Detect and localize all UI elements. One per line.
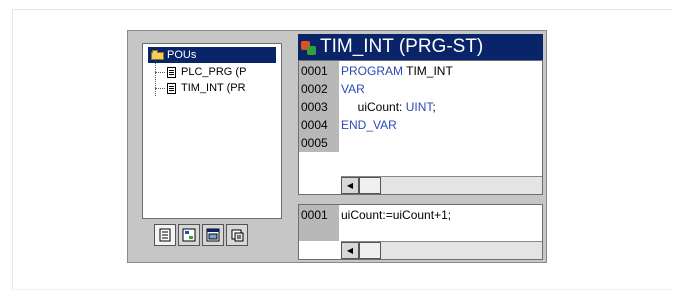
scroll-thumb[interactable] — [359, 242, 381, 259]
line-number: 0002 — [301, 82, 328, 96]
line-number: 0005 — [301, 136, 328, 150]
code-line: 0001 PROGRAM TIM_INT — [299, 62, 542, 80]
code-line: 0005 — [299, 134, 542, 152]
program-icon — [300, 39, 317, 56]
object-organizer-tree: POUs PLC_PRG (P TIM_INT (PR — [142, 43, 282, 219]
tree-item-plc-prg[interactable]: PLC_PRG (P — [155, 65, 279, 80]
code-text: uiCount:=uiCount+1; — [341, 208, 452, 222]
editor-title-bar[interactable]: TIM_INT (PRG-ST) — [298, 34, 543, 60]
tree-item-label: PLC_PRG (P — [181, 66, 247, 78]
scroll-left-icon[interactable]: ◀ — [341, 177, 359, 194]
pane-splitter[interactable] — [298, 195, 543, 204]
declaration-pane[interactable]: 0001 PROGRAM TIM_INT 0002 VAR 0003 uiCou… — [298, 60, 543, 195]
pou-editor: TIM_INT (PRG-ST) 0001 PROGRAM TIM_INT 00… — [298, 34, 543, 262]
tab-data-types[interactable] — [178, 224, 200, 246]
visualizations-tab-icon — [206, 228, 220, 242]
folder-icon — [151, 50, 164, 60]
document-icon — [167, 67, 176, 78]
tab-pous[interactable] — [154, 224, 176, 246]
code-keyword: VAR — [341, 82, 365, 96]
code-text: TIM_INT — [403, 64, 453, 78]
codesys-window: POUs PLC_PRG (P TIM_INT (PR TIM_INT (PRG… — [127, 30, 547, 263]
scroll-left-icon[interactable]: ◀ — [341, 242, 359, 259]
organizer-tabs — [154, 224, 248, 246]
scroll-thumb[interactable] — [359, 177, 381, 194]
document-icon — [167, 83, 176, 94]
tree-root-label: POUs — [167, 49, 197, 61]
line-number: 0003 — [301, 100, 328, 114]
pous-tab-icon — [159, 228, 171, 242]
code-type: UINT — [405, 100, 433, 114]
code-line: 0001 uiCount:=uiCount+1; — [299, 206, 542, 224]
code-text: ; — [432, 100, 436, 114]
code-keyword: PROGRAM — [341, 64, 404, 78]
code-text: uiCount: — [341, 100, 406, 114]
resources-tab-icon — [231, 229, 244, 242]
line-number: 0001 — [301, 208, 328, 222]
declaration-hscrollbar[interactable]: ◀ — [341, 176, 542, 194]
editor-title: TIM_INT (PRG-ST) — [320, 36, 484, 57]
code-line: 0002 VAR — [299, 80, 542, 98]
line-number: 0004 — [301, 118, 328, 132]
data-types-tab-icon — [182, 228, 196, 242]
tab-resources[interactable] — [226, 224, 248, 246]
tab-visualizations[interactable] — [202, 224, 224, 246]
tree-item-tim-int[interactable]: TIM_INT (PR — [155, 81, 279, 96]
code-line: 0004 END_VAR — [299, 116, 542, 134]
line-number: 0001 — [301, 64, 328, 78]
tree-root-pous[interactable]: POUs — [148, 47, 276, 63]
tree-item-label: TIM_INT (PR — [181, 82, 246, 94]
code-keyword: END_VAR — [341, 118, 397, 132]
implementation-pane[interactable]: 0001 uiCount:=uiCount+1; ◀ — [298, 204, 543, 260]
code-line: 0003 uiCount: UINT; — [299, 98, 542, 116]
implementation-hscrollbar[interactable]: ◀ — [341, 241, 542, 259]
